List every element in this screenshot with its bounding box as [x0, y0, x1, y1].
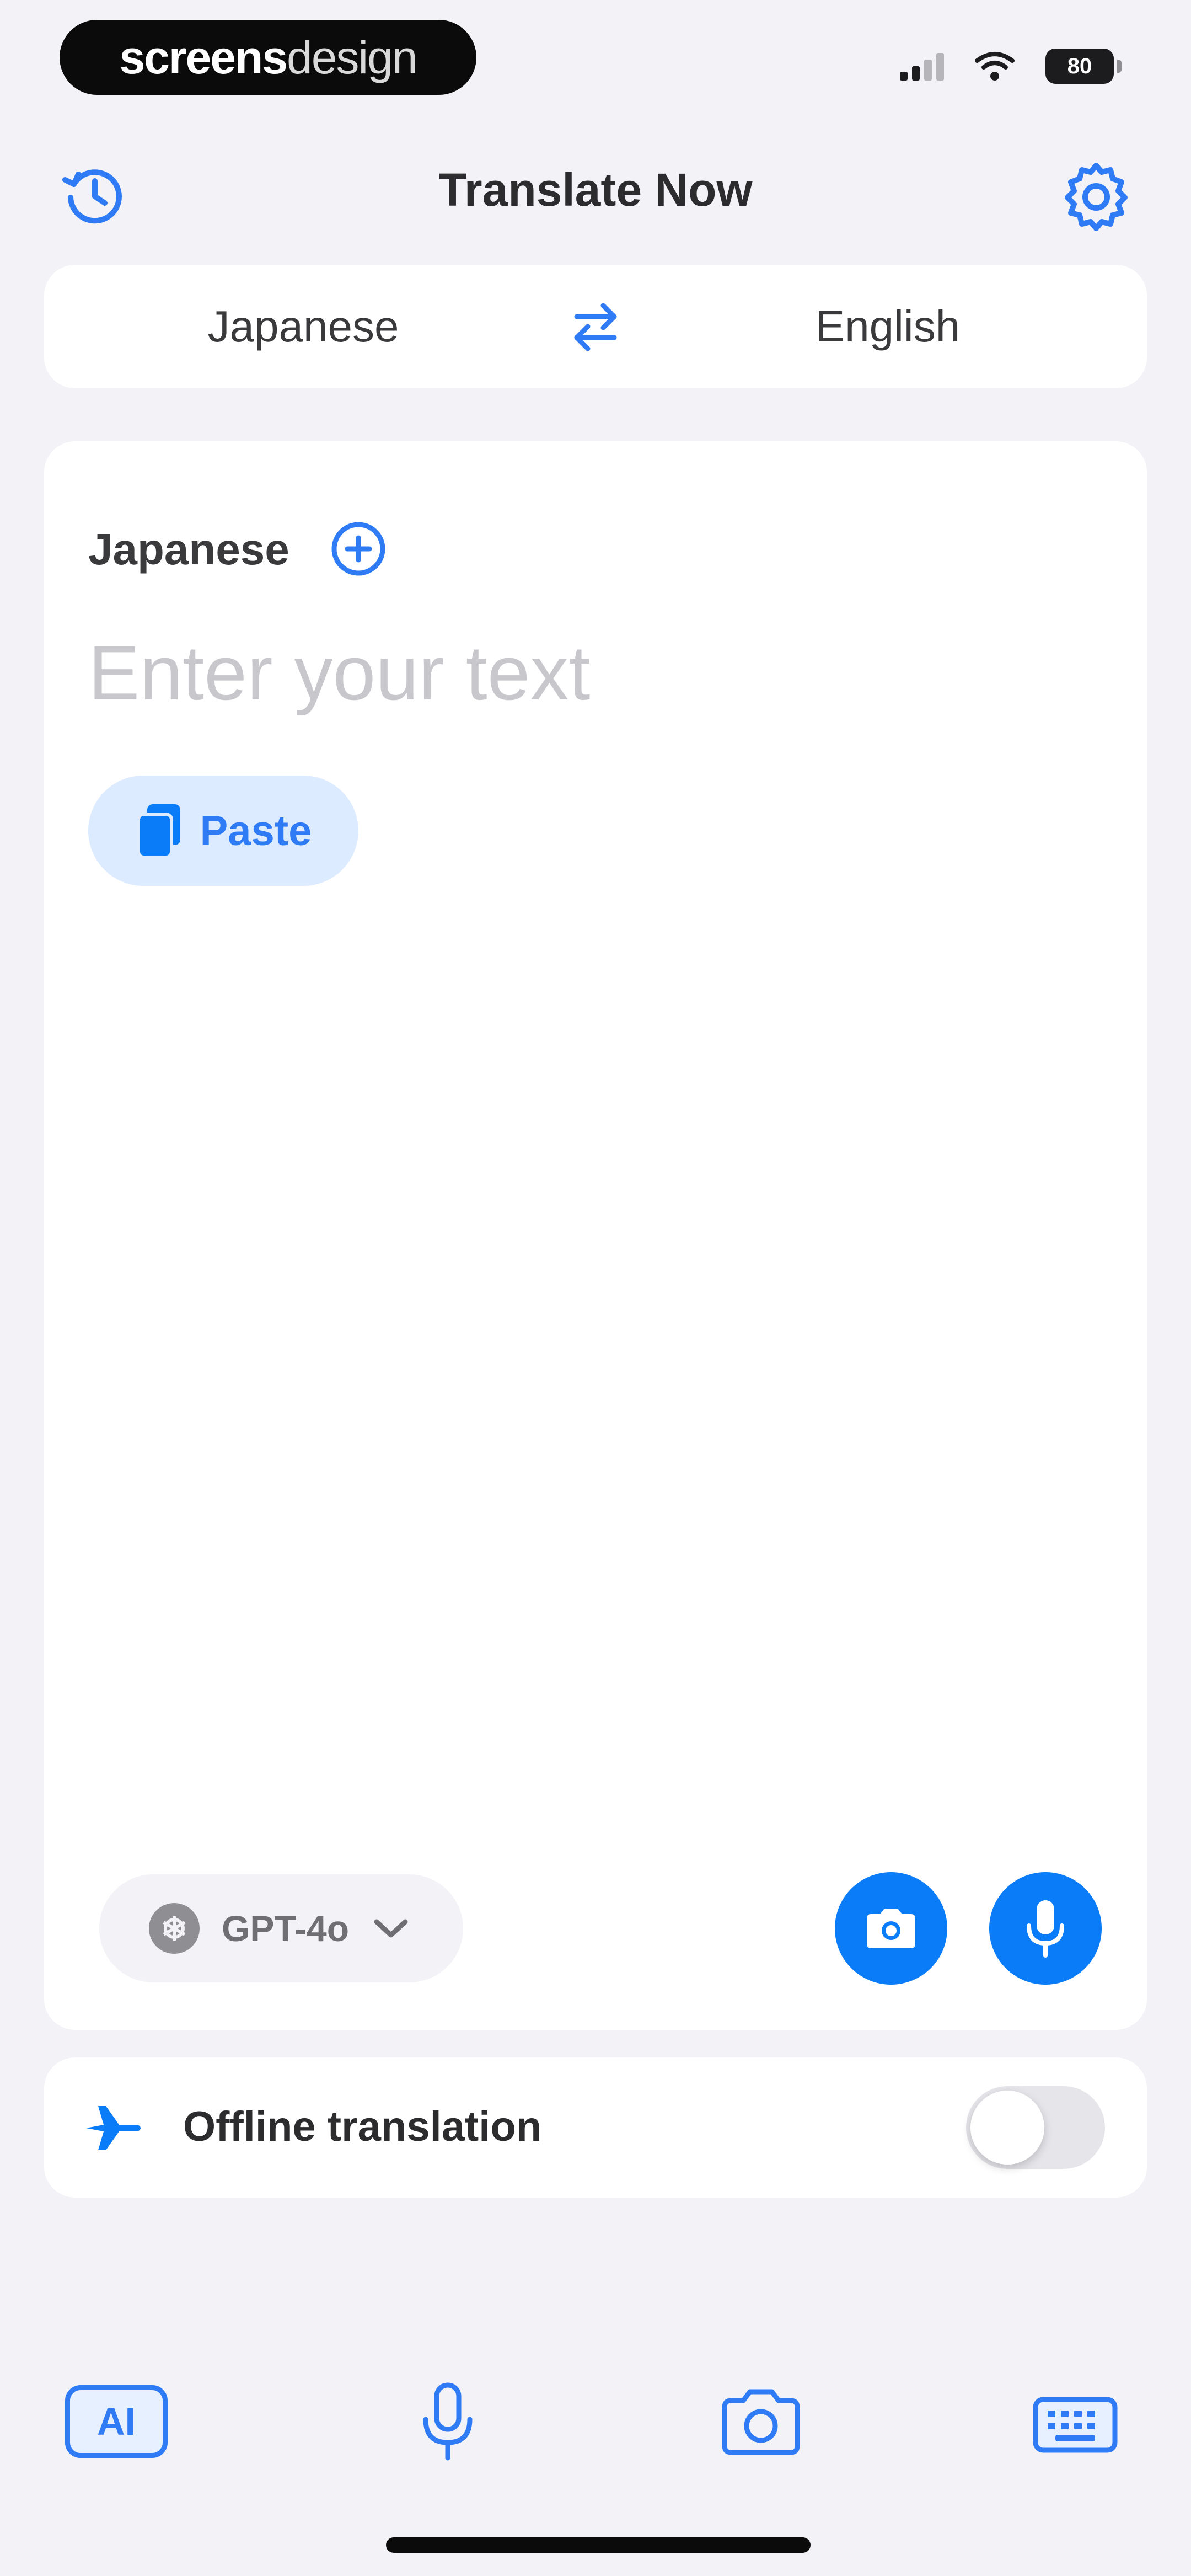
brand-bold-text: screens	[119, 31, 288, 83]
clipboard-icon	[136, 804, 180, 859]
camera-translate-button[interactable]	[835, 1872, 947, 1985]
source-language-label: Japanese	[207, 302, 399, 351]
brand-watermark: screens design	[60, 20, 476, 95]
home-indicator	[386, 2537, 811, 2553]
microphone-icon	[423, 2382, 473, 2461]
wifi-icon	[975, 52, 1015, 81]
airplane-icon	[82, 2096, 146, 2160]
model-selector[interactable]: GPT-4o	[99, 1874, 463, 1982]
brand-light-text: design	[287, 31, 418, 83]
gear-icon	[1065, 163, 1128, 231]
add-language-button[interactable]	[325, 516, 391, 582]
tab-ai-label: AI	[97, 2400, 136, 2443]
source-language-button[interactable]: Japanese	[44, 265, 562, 388]
input-language-label: Japanese	[88, 525, 289, 574]
tab-keyboard[interactable]	[1031, 2391, 1119, 2457]
cellular-signal-icon	[900, 52, 944, 81]
settings-button[interactable]	[1059, 158, 1134, 233]
camera-icon	[867, 1909, 915, 1948]
tab-voice[interactable]	[415, 2381, 481, 2463]
chevron-down-icon	[374, 1919, 408, 1938]
keyboard-icon	[1033, 2397, 1118, 2453]
tab-ai-translate[interactable]: AI	[65, 2385, 168, 2458]
openai-logo-icon	[149, 1903, 200, 1954]
battery-level: 80	[1067, 54, 1092, 78]
battery-icon: 80	[1045, 49, 1122, 84]
offline-translation-label: Offline translation	[183, 2103, 542, 2150]
swap-languages-button[interactable]	[557, 293, 634, 360]
page-title: Translate Now	[438, 164, 753, 216]
status-icons: 80	[900, 44, 1122, 88]
swap-arrows-icon	[574, 303, 617, 351]
plus-circle-icon	[331, 522, 385, 576]
source-text-input[interactable]	[88, 618, 1103, 728]
microphone-icon	[1027, 1900, 1064, 1958]
offline-translation-toggle[interactable]	[966, 2086, 1105, 2169]
tab-camera[interactable]	[717, 2383, 805, 2460]
toggle-knob	[970, 2091, 1044, 2165]
model-label: GPT-4o	[222, 1908, 350, 1949]
target-language-button[interactable]: English	[629, 265, 1147, 388]
target-language-label: English	[815, 302, 961, 351]
camera-icon	[722, 2389, 800, 2455]
paste-button[interactable]: Paste	[88, 776, 358, 886]
voice-input-button[interactable]	[989, 1872, 1102, 1985]
paste-label: Paste	[200, 807, 312, 854]
